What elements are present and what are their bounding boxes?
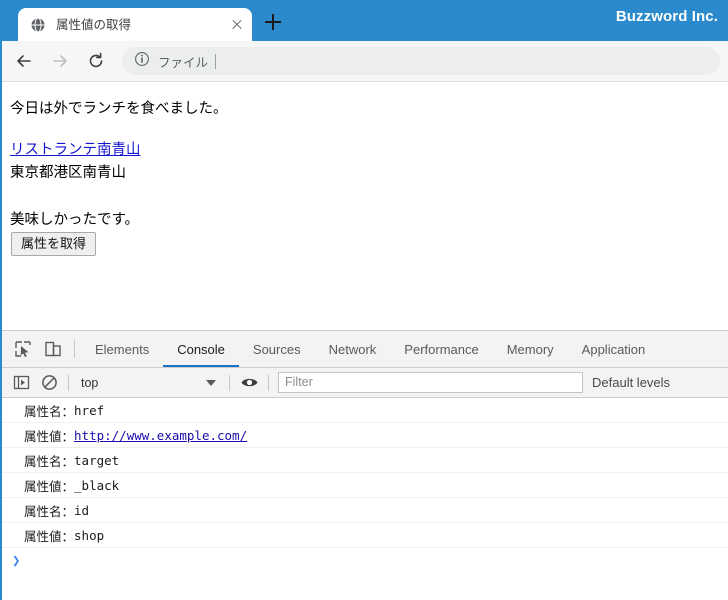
tab-sources[interactable]: Sources <box>239 331 315 367</box>
restaurant-link[interactable]: リストランテ南青山 <box>10 142 141 158</box>
devtools-panel: Elements Console Sources Network Perform… <box>2 330 728 599</box>
console-row-label: 属性名： <box>24 453 75 469</box>
devtools-tabbar: Elements Console Sources Network Perform… <box>2 331 728 368</box>
console-row[interactable]: 属性値： http://www.example.com/ <box>2 423 728 448</box>
chevron-down-icon <box>206 379 216 386</box>
console-row[interactable]: 属性値： _black <box>2 473 728 498</box>
execution-context-select[interactable]: top <box>74 376 224 390</box>
console-sidebar-icon[interactable] <box>7 369 35 397</box>
console-row-value: _black <box>74 477 120 493</box>
brand-label: Buzzword Inc. <box>615 8 718 25</box>
console-row-value: target <box>74 452 120 468</box>
arrow-right-icon[interactable] <box>44 45 76 77</box>
console-row-label: 属性値： <box>24 528 75 544</box>
toolbar-divider <box>74 340 75 358</box>
get-attribute-button[interactable]: 属性を取得 <box>11 232 97 257</box>
execution-context-value: top <box>81 375 99 390</box>
tab-title: 属性値の取得 <box>56 17 132 32</box>
prompt-caret-icon: ❯ <box>12 553 21 569</box>
console-output: 属性名： href 属性値： http://www.example.com/ 属性名… <box>2 398 728 574</box>
tab-memory[interactable]: Memory <box>493 331 568 367</box>
browser-toolbar: ファイル <box>2 41 728 82</box>
console-toolbar-divider-2 <box>229 374 230 391</box>
log-levels-select[interactable]: Default levels <box>592 375 670 390</box>
console-row-label: 属性名： <box>24 503 75 519</box>
console-row[interactable]: 属性名： href <box>2 398 728 423</box>
address-bar-text: ファイル <box>158 55 209 70</box>
globe-icon <box>30 17 46 33</box>
address-bar[interactable]: ファイル <box>122 47 720 75</box>
console-row[interactable]: 属性値： shop <box>2 523 728 548</box>
console-row-label: 属性値： <box>24 478 75 494</box>
filter-input[interactable]: Filter <box>278 372 583 393</box>
browser-title-bar: 属性値の取得 Buzzword Inc. <box>2 0 728 41</box>
console-toolbar-divider-3 <box>268 374 269 391</box>
tab-elements[interactable]: Elements <box>81 331 163 367</box>
console-row-value: id <box>74 502 90 518</box>
clear-console-icon[interactable] <box>35 369 63 397</box>
page-viewport: 今日は外でランチを食べました。 リストランテ南青山 東京都港区南青山 美味しかっ… <box>2 82 728 330</box>
console-toolbar: top Filter Default levels <box>2 368 728 398</box>
browser-tab[interactable]: 属性値の取得 <box>18 8 252 41</box>
page-address: 東京都港区南青山 <box>10 164 126 181</box>
inspect-element-icon[interactable] <box>8 331 38 367</box>
arrow-left-icon[interactable] <box>8 45 40 77</box>
address-bar-caret <box>215 53 217 69</box>
console-row[interactable]: 属性名： target <box>2 448 728 473</box>
console-row-label: 属性値： <box>24 428 75 444</box>
plus-icon[interactable] <box>260 9 286 35</box>
browser-window: 属性値の取得 Buzzword Inc. ファイル 今日は外でランチを食べました… <box>0 0 728 600</box>
tab-performance[interactable]: Performance <box>390 331 492 367</box>
console-row-link[interactable]: http://www.example.com/ <box>74 428 247 443</box>
page-paragraph-1: 今日は外でランチを食べました。 <box>10 101 228 117</box>
console-row[interactable]: 属性名： id <box>2 498 728 523</box>
console-row-label: 属性名： <box>24 403 75 419</box>
info-circle-icon[interactable] <box>134 51 150 72</box>
tab-network[interactable]: Network <box>315 331 391 367</box>
page-paragraph-2: 美味しかったです。 <box>10 212 140 229</box>
console-prompt[interactable]: ❯ <box>2 548 728 574</box>
page-link-paragraph: リストランテ南青山 <box>10 118 720 159</box>
eye-icon[interactable] <box>235 369 263 397</box>
device-toolbar-icon[interactable] <box>38 331 68 367</box>
console-row-value: shop <box>74 527 105 543</box>
console-toolbar-divider-1 <box>68 374 69 391</box>
console-row-value: href <box>74 402 105 418</box>
close-icon[interactable] <box>228 16 246 34</box>
tab-console[interactable]: Console <box>163 331 239 367</box>
reload-icon[interactable] <box>80 45 112 77</box>
tab-application[interactable]: Application <box>568 331 660 367</box>
